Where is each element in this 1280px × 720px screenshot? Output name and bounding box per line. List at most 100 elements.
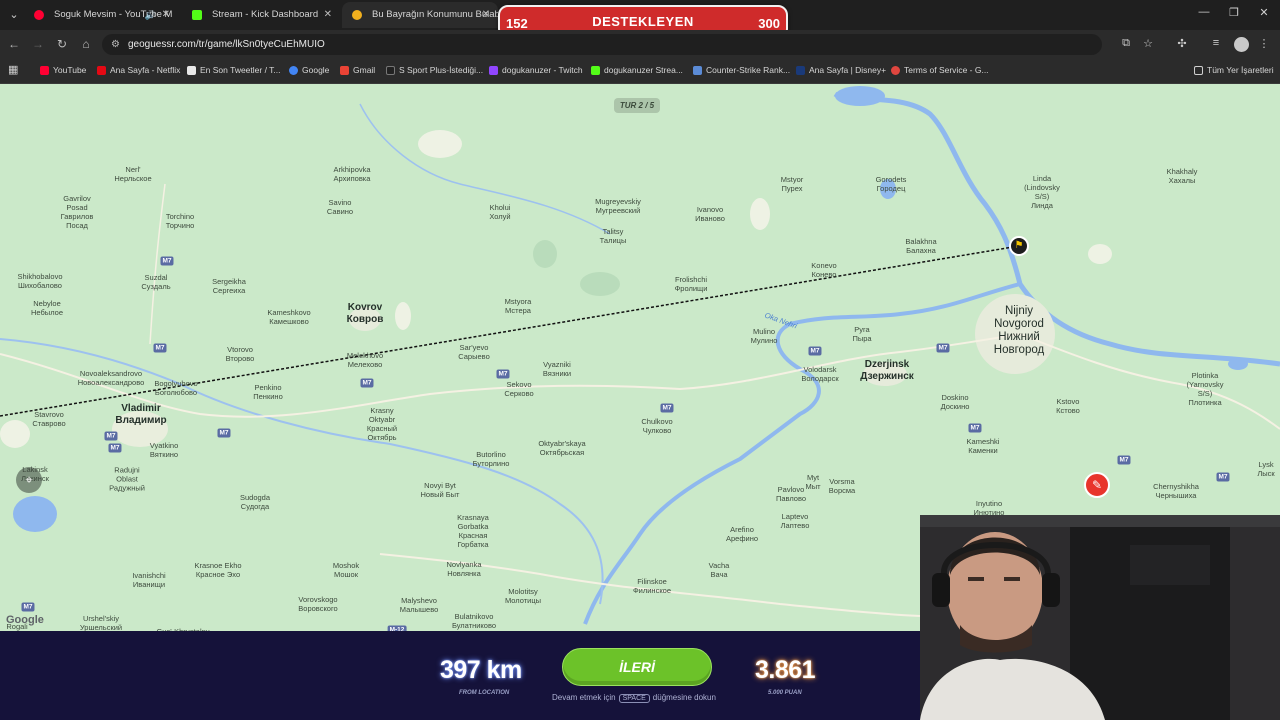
city-label: Mstyora Мстера xyxy=(504,297,532,315)
field-patch xyxy=(395,302,411,330)
restore-icon[interactable]: ❐ xyxy=(1224,6,1244,19)
bookmark-label: dogukanuzer Strea... xyxy=(604,65,683,75)
city-label: Myt Мыт xyxy=(805,473,821,491)
bookmark-label: Gmail xyxy=(353,65,376,75)
browser-tab-0[interactable]: Soguk Mevsim - YouTube M 🔊 ✕ xyxy=(24,2,178,28)
browser-tab-2[interactable]: Bu Bayrağın Konumunu Bulabilir ✕ xyxy=(342,2,498,28)
bookmark-item[interactable]: dogukanuzer Strea... xyxy=(591,65,683,75)
road-badge: M7 xyxy=(360,378,374,388)
city-label: Khakhaly Хахалы xyxy=(1166,167,1198,185)
city-label: Stavrovo Ставрово xyxy=(32,410,66,428)
city-label: Krasny Oktyabr Красный Октябрь xyxy=(366,406,398,442)
distance-value: 397 km xyxy=(440,656,522,684)
city-label: Kstovo Кстово xyxy=(1056,397,1080,415)
bookmark-label: dogukanuzer - Twitch xyxy=(502,65,583,75)
x-icon xyxy=(187,66,196,75)
map-pin-icon[interactable]: ⌖ xyxy=(16,467,42,493)
bookmark-item[interactable]: Ana Sayfa - Netflix xyxy=(97,65,180,75)
bookmark-item[interactable]: Google xyxy=(289,65,329,75)
city-label: Vacha Вача xyxy=(708,561,730,579)
city-label: Vorovskogo Воровского xyxy=(298,595,338,613)
bookmark-label: Terms of Service - G... xyxy=(904,65,989,75)
city-label: Mugreyevskiy Мугреевский xyxy=(595,197,641,215)
install-app-icon[interactable]: ⧉ xyxy=(1118,37,1134,50)
all-bookmarks-folder[interactable]: Tüm Yer İşaretleri xyxy=(1194,65,1274,75)
city-label: Frolishchi Фролищи xyxy=(674,275,708,293)
site-info-icon[interactable]: ⚙ xyxy=(111,34,120,55)
folder-icon xyxy=(1194,66,1203,75)
disney-icon xyxy=(796,66,805,75)
lake xyxy=(13,496,57,532)
bookmark-item[interactable]: S Sport Plus-İstediği... xyxy=(386,65,483,75)
menu-kebab-icon[interactable]: ⋮ xyxy=(1256,37,1272,50)
address-bar[interactable]: ⚙ geoguessr.com/tr/game/lkSn0tyeCuEhMUIO xyxy=(102,34,1102,55)
webcam-image xyxy=(920,515,1280,720)
bookmark-item[interactable]: En Son Tweetler / T... xyxy=(187,65,280,75)
forest-patch xyxy=(533,240,557,268)
city-label: Torchino Торчино xyxy=(165,212,195,230)
city-label: Sekovo Серково xyxy=(504,380,534,398)
city-label: Doskino Доскино xyxy=(940,393,970,411)
guess-marker-icon[interactable]: ✎ xyxy=(1084,472,1110,498)
url-text: geoguessr.com/tr/game/lkSn0tyeCuEhMUIO xyxy=(128,39,325,50)
city-label: Butorlino Буторлино xyxy=(472,450,510,468)
city-label: Penkino Пенкино xyxy=(253,383,283,401)
road-badge: M7 xyxy=(108,443,122,453)
geoguessr-favicon-icon xyxy=(352,10,362,20)
window-close-icon[interactable]: ✕ xyxy=(1254,6,1274,19)
browser-tab-1[interactable]: Stream - Kick Dashboard ✕ xyxy=(182,2,340,28)
city-label: Nijniy Novgorod Нижний Новгород xyxy=(993,305,1045,356)
google-attribution: Google xyxy=(6,614,44,626)
city-label: Kameshkovo Камешково xyxy=(267,308,311,326)
home-icon[interactable]: ⌂ xyxy=(78,36,94,52)
bookmark-item[interactable]: Terms of Service - G... xyxy=(891,65,989,75)
twitch-icon xyxy=(489,66,498,75)
youtube-icon xyxy=(40,66,49,75)
bookmark-item[interactable]: dogukanuzer - Twitch xyxy=(489,65,583,75)
city-label: Filinskoe Филинское xyxy=(632,577,672,595)
city-label: Vorsma Ворсма xyxy=(828,477,856,495)
city-label: Lysk Лыск xyxy=(1257,460,1275,478)
bookmark-item[interactable]: Counter-Strike Rank... xyxy=(693,65,790,75)
banner-title: DESTEKLEYEN xyxy=(592,14,694,29)
bookmark-item[interactable]: Gmail xyxy=(340,65,375,75)
profile-avatar[interactable] xyxy=(1234,37,1249,52)
youtube-favicon-icon xyxy=(34,10,44,20)
bookmark-star-icon[interactable]: ☆ xyxy=(1140,37,1156,50)
city-label: Volodarsk Володарск xyxy=(801,365,839,383)
bookmark-item[interactable]: Ana Sayfa | Disney+ xyxy=(796,65,886,75)
city-label: Suzdal Суздаль xyxy=(141,273,171,291)
tab-search-icon[interactable]: ⌄ xyxy=(4,5,24,25)
next-button[interactable]: İLERİ xyxy=(562,648,712,686)
city-label: Arefino Арефино xyxy=(725,525,759,543)
city-label: Gorodets Городец xyxy=(875,175,907,193)
forward-icon[interactable]: → xyxy=(30,36,46,52)
kick-favicon-icon xyxy=(192,10,202,20)
bookmark-label: YouTube xyxy=(53,65,87,75)
media-controls-icon[interactable]: ≡ xyxy=(1208,37,1224,49)
banner-left-count: 152 xyxy=(506,16,528,31)
tab-close-icon[interactable]: ✕ xyxy=(162,2,170,28)
bookmark-label: Ana Sayfa - Netflix xyxy=(110,65,181,75)
tab-title: Bu Bayrağın Konumunu Bulabilir xyxy=(372,9,498,20)
city-label: Vyazniki Вязники xyxy=(542,360,572,378)
gmail-icon xyxy=(340,66,349,75)
city-label: Vtorovo Второво xyxy=(225,345,255,363)
tab-close-icon[interactable]: ✕ xyxy=(324,2,332,28)
city-label: Balakhna Балахна xyxy=(905,237,937,255)
city-label: Talitsy Талицы xyxy=(599,227,627,245)
tab-close-icon[interactable]: ✕ xyxy=(482,2,490,28)
audio-icon[interactable]: 🔊 xyxy=(145,2,156,28)
back-icon[interactable]: ← xyxy=(6,36,22,52)
teza-river xyxy=(359,103,611,235)
bookmark-item[interactable]: YouTube xyxy=(40,65,86,75)
extensions-icon[interactable]: ✣ xyxy=(1174,37,1190,50)
minimize-icon[interactable]: — xyxy=(1194,6,1214,18)
bookmark-label: Counter-Strike Rank... xyxy=(706,65,791,75)
reload-icon[interactable]: ↻ xyxy=(54,36,70,52)
city-label: Vyatkino Вяткино xyxy=(149,441,179,459)
flag-marker-icon[interactable]: ⚑ xyxy=(1009,236,1029,256)
city-label: Krasnaya Gorbatka Красная Горбатка xyxy=(457,513,489,549)
kick-icon xyxy=(591,66,600,75)
apps-grid-icon[interactable]: ▦ xyxy=(8,65,19,76)
